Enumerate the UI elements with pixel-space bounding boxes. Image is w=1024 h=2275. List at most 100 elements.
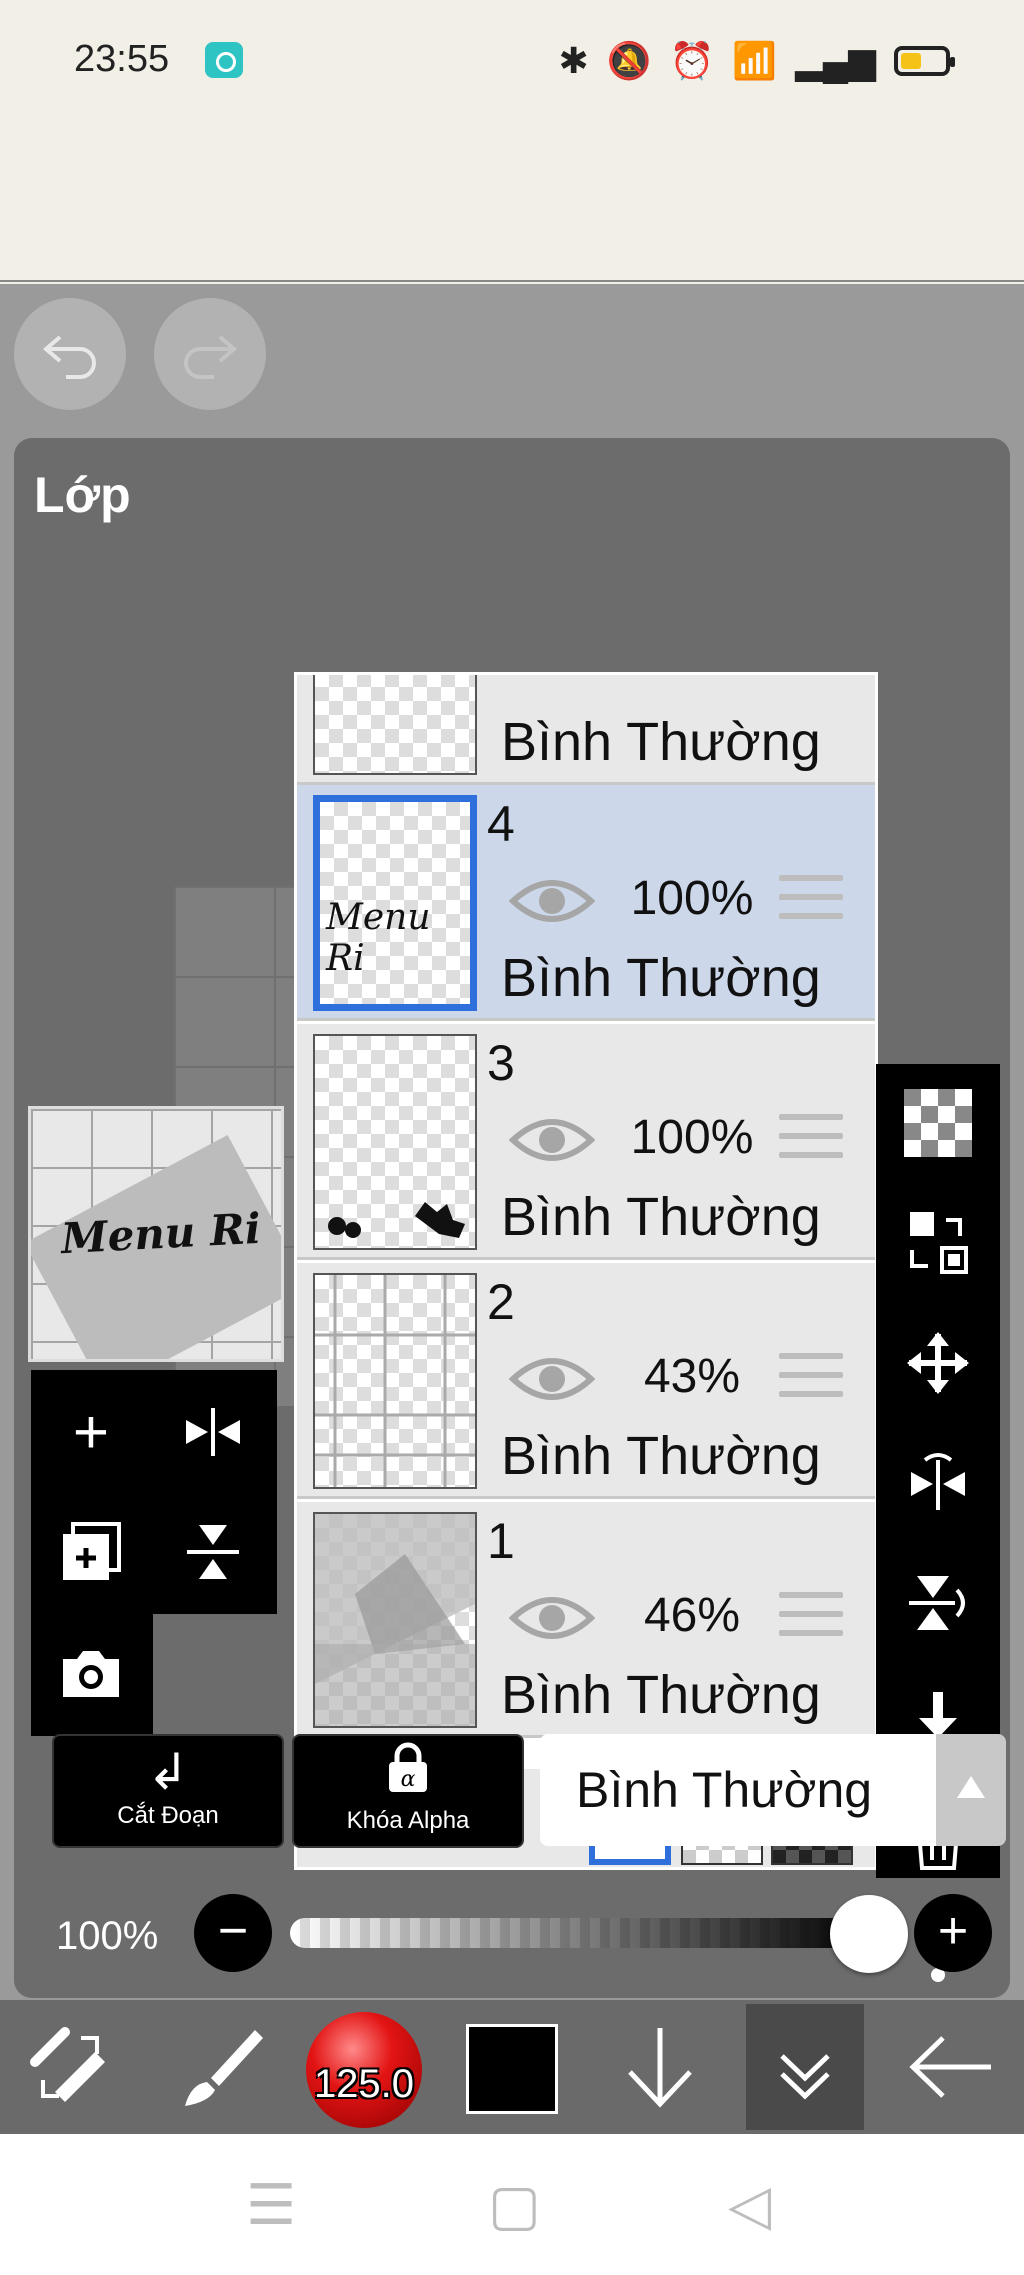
mute-bell-icon: 🔕	[606, 40, 652, 81]
layer-row[interactable]: Bình Thường	[297, 675, 875, 785]
work-area: Lớp Menu Ri + Bình Thường Menu Ri 4 100%…	[0, 284, 1024, 2000]
left-tool-grid: +	[31, 1370, 277, 1736]
blend-mode-select[interactable]: Bình Thường	[540, 1734, 936, 1846]
layer-panel: Lớp Menu Ri + Bình Thường Menu Ri 4 100%…	[14, 438, 1010, 1998]
system-nav-bar: ☰ ▢ ◁	[0, 2134, 1024, 2275]
layer-row-1[interactable]: 1 46% Bình Thường	[297, 1502, 875, 1738]
drag-handle-icon[interactable]	[779, 875, 843, 925]
opacity-increase-button[interactable]: +	[914, 1894, 992, 1972]
blend-mode-arrow-icon[interactable]	[936, 1734, 1006, 1846]
drag-handle-icon[interactable]	[779, 1353, 843, 1403]
visibility-eye-icon[interactable]	[509, 1590, 595, 1646]
clipping-label: Cắt Đoạn	[117, 1802, 219, 1829]
status-time: 23:55	[74, 38, 170, 80]
flip-horizontal-icon	[911, 1453, 965, 1510]
preview-logo: Menu Ri	[59, 1203, 262, 1264]
color-swatch[interactable]	[466, 2024, 558, 2114]
back-nav-icon[interactable]: ◁	[728, 2172, 771, 2238]
layer-thumb-shapes	[315, 1514, 475, 1726]
transparency-icon	[904, 1089, 972, 1157]
camera-icon	[63, 1651, 119, 1697]
flip-layer-horizontal-button[interactable]	[153, 1372, 273, 1492]
add-layer-button[interactable]: +	[31, 1372, 151, 1492]
transparency-button[interactable]	[876, 1068, 1000, 1178]
app-notification-icon	[205, 42, 243, 78]
bluetooth-icon: ✱	[558, 40, 589, 81]
flip-horizontal-button[interactable]	[876, 1428, 1000, 1538]
redo-icon	[184, 335, 238, 379]
brush-size-label: 125.0	[313, 2062, 415, 2106]
layer-thumb-art	[328, 1202, 465, 1238]
swap-layers-icon	[910, 1212, 968, 1274]
home-icon[interactable]: ▢	[488, 2172, 541, 2238]
duplicate-layer-icon	[63, 1522, 121, 1580]
layer-blend-mode: Bình Thường	[501, 1665, 821, 1725]
canvas-preview[interactable]: Menu Ri	[28, 1106, 284, 1362]
layer-number: 4	[487, 796, 515, 852]
tool-switch-button[interactable]	[0, 2000, 140, 2134]
layer-list[interactable]: Bình Thường Menu Ri 4 100% Bình Thường 3…	[294, 672, 878, 1870]
flip-vertical-icon	[909, 1576, 965, 1630]
clipping-arrow-icon: ↲	[147, 1744, 189, 1800]
flip-horizontal-icon	[186, 1408, 240, 1456]
undo-icon	[42, 335, 96, 379]
layer-blend-mode: Bình Thường	[501, 1187, 821, 1247]
alpha-lock-label: Khóa Alpha	[346, 1807, 470, 1834]
back-icon	[909, 2036, 991, 2098]
flip-vertical-button[interactable]	[876, 1548, 1000, 1658]
layer-row-4[interactable]: Menu Ri 4 100% Bình Thường	[297, 785, 875, 1021]
opacity-slider-knob[interactable]	[830, 1895, 908, 1973]
layer-row-2[interactable]: 2 43% Bình Thường	[297, 1263, 875, 1499]
layer-thumbnail: Menu Ri	[313, 795, 477, 1011]
layers-toggle-button[interactable]	[746, 2004, 864, 2130]
back-button[interactable]	[880, 2000, 1020, 2134]
layer-thumbnail	[313, 1512, 477, 1728]
drag-handle-icon[interactable]	[779, 1592, 843, 1642]
layer-blend-mode: Bình Thường	[501, 948, 821, 1008]
undo-button[interactable]	[14, 298, 126, 410]
layer-opacity: 43%	[643, 1350, 741, 1403]
layer-blend-mode: Bình Thường	[501, 712, 821, 772]
layer-number: 3	[487, 1035, 515, 1091]
clipping-button[interactable]: ↲ Cắt Đoạn	[52, 1734, 284, 1848]
flip-layer-vertical-button[interactable]	[153, 1492, 273, 1612]
add-layer-icon: +	[72, 1397, 110, 1467]
layer-row-3[interactable]: 3 100% Bình Thường	[297, 1024, 875, 1260]
lock-icon: α	[294, 1742, 522, 1807]
swap-layers-button[interactable]	[876, 1188, 1000, 1298]
layer-opacity: 46%	[643, 1589, 741, 1642]
move-icon	[907, 1332, 969, 1394]
layer-number: 2	[487, 1274, 515, 1330]
battery-icon	[894, 46, 955, 76]
camera-import-button[interactable]	[31, 1614, 151, 1734]
flip-vertical-icon	[187, 1525, 239, 1579]
alpha-lock-button[interactable]: α Khóa Alpha	[292, 1734, 524, 1848]
brush-tool-button[interactable]	[150, 2000, 290, 2134]
opacity-decrease-button[interactable]: −	[194, 1894, 272, 1972]
layer-thumbnail	[313, 675, 477, 775]
layer-thumb-logo: Menu Ri	[326, 897, 431, 979]
move-layer-button[interactable]	[876, 1308, 1000, 1418]
redo-button[interactable]	[154, 298, 266, 410]
duplicate-layer-button[interactable]	[31, 1492, 151, 1612]
visibility-eye-icon[interactable]	[509, 873, 595, 929]
alarm-icon: ⏰	[669, 40, 715, 81]
signal-icon: ▂▄▆	[795, 40, 876, 81]
layer-thumbnail	[313, 1273, 477, 1489]
opacity-slider[interactable]	[290, 1918, 870, 1948]
drag-handle-icon[interactable]	[779, 1114, 843, 1164]
opacity-label: 100%	[56, 1914, 159, 1958]
visibility-eye-icon[interactable]	[509, 1351, 595, 1407]
brush-icon	[185, 2030, 263, 2106]
visibility-eye-icon[interactable]	[509, 1112, 595, 1168]
status-bar: 23:55 ✱ 🔕 ⏰ 📶 ▂▄▆	[0, 0, 1024, 282]
arrow-down-button[interactable]	[590, 2000, 730, 2134]
svg-text:α: α	[401, 1767, 416, 1792]
status-icons: ✱ 🔕 ⏰ 📶 ▂▄▆	[558, 40, 955, 82]
panel-title: Lớp	[34, 467, 131, 523]
layer-thumbnail	[313, 1034, 477, 1250]
tool-switch-icon	[30, 2027, 105, 2102]
menu-icon[interactable]: ☰	[246, 2172, 296, 2238]
bottom-toolbar: 125.0	[0, 2000, 1024, 2134]
wifi-icon: 📶	[732, 40, 778, 81]
